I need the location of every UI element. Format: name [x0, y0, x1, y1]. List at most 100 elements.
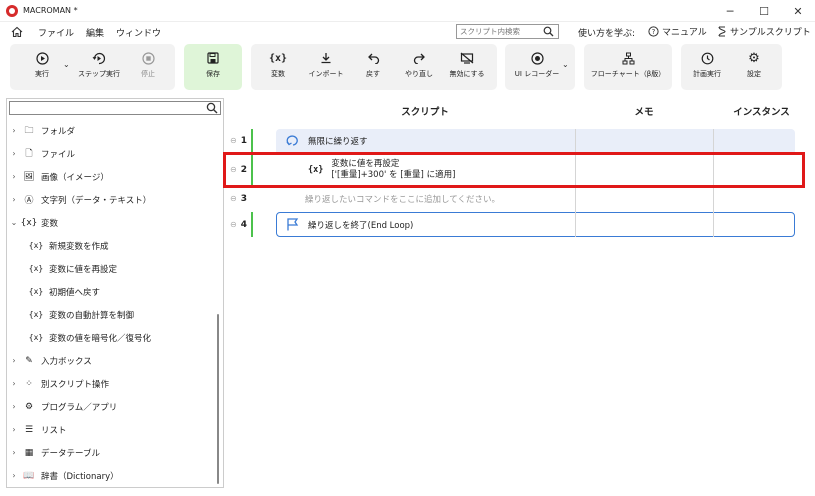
tree-item-label: プログラム／アプリ — [41, 402, 118, 413]
script-icon: ⁘ — [25, 378, 33, 389]
tree-item-child[interactable]: {x} 変数に値を再設定 — [7, 257, 215, 280]
tree-item-category[interactable]: › 📖 辞書（Dictionary） — [7, 464, 215, 487]
tree-item-category[interactable]: › ☰ リスト — [7, 418, 215, 441]
placeholder-cell[interactable]: 繰り返したいコマンドをここに追加してください。 — [305, 187, 500, 210]
save-button[interactable]: 保存 — [184, 42, 242, 88]
search-icon[interactable] — [206, 102, 218, 114]
row-marker-icon: ⊖ — [230, 220, 237, 229]
tree-item-label: 画像（イメージ） — [41, 172, 109, 183]
tree-item-label: ファイル — [41, 149, 76, 160]
run-dropdown-chevron-icon[interactable]: ⌄ — [63, 60, 70, 69]
tree-item-category[interactable]: › Ⓐ 文字列（データ・テキスト） — [7, 188, 215, 211]
variable-icon: {x} — [20, 217, 38, 228]
run-button[interactable]: 実行 — [22, 42, 62, 88]
ui-recorder-button[interactable]: UI レコーダー — [508, 42, 566, 88]
row-number: ⊖ 1 — [230, 135, 247, 146]
stop-label: 停止 — [141, 70, 155, 78]
tree-item-child[interactable]: {x} 変数の自動計算を制御 — [7, 303, 215, 326]
step-run-icon — [92, 51, 106, 65]
file-icon: 🗋 — [25, 148, 33, 159]
minimize-button[interactable]: ─ — [713, 0, 747, 22]
tree-item-category[interactable]: › 🗋 ファイル — [7, 142, 215, 165]
step-run-button[interactable]: ステップ実行 — [74, 42, 124, 88]
chevron-right-icon[interactable]: › — [9, 195, 19, 204]
tree-item-category[interactable]: › 🖼 画像（イメージ） — [7, 165, 215, 188]
tree-item-category[interactable]: › 🗀 フォルダ — [7, 119, 215, 142]
menu-window[interactable]: ウィンドウ — [116, 26, 161, 39]
step-run-label: ステップ実行 — [78, 70, 120, 78]
home-icon[interactable] — [10, 25, 24, 39]
script-column-header[interactable]: スクリプト — [275, 98, 575, 124]
window-title: MACROMAN * — [23, 6, 78, 15]
table-row[interactable]: ⊖ 4 繰り返しを終了(End Loop) — [225, 212, 810, 237]
sample-script-label: サンプルスクリプト — [730, 28, 811, 38]
menu-file[interactable]: ファイル — [38, 26, 74, 39]
import-button[interactable]: インポート — [303, 42, 349, 88]
variable-button[interactable]: {x} 変数 — [258, 42, 298, 88]
memo-column-header[interactable]: メモ — [575, 98, 713, 124]
row-marker-icon: ⊖ — [230, 136, 237, 145]
undo-button[interactable]: 戻す — [356, 42, 390, 88]
instance-column-header[interactable]: インスタンス — [713, 98, 810, 124]
ui-recorder-label: UI レコーダー — [514, 70, 560, 78]
stop-button[interactable]: 停止 — [130, 42, 166, 88]
settings-button[interactable]: ⚙ 設定 — [734, 42, 774, 88]
variable-icon: {x} — [268, 52, 288, 64]
command-cell[interactable]: 繰り返しを終了(End Loop) — [286, 212, 413, 237]
tree-item-label: 入力ボックス — [41, 356, 92, 367]
maximize-button[interactable]: ☐ — [747, 0, 781, 22]
chevron-right-icon[interactable]: › — [9, 425, 19, 434]
variable-icon: {x} — [28, 287, 44, 296]
manual-label: マニュアル — [662, 28, 707, 38]
tree-item-label: データテーブル — [41, 448, 100, 459]
schedule-button[interactable]: 計画実行 — [684, 42, 730, 88]
chevron-right-icon[interactable]: › — [9, 149, 19, 158]
redo-label: やり直し — [405, 70, 433, 78]
disable-button[interactable]: 無効にする — [446, 42, 488, 88]
chevron-right-icon[interactable]: › — [9, 379, 19, 388]
command-search-input[interactable] — [9, 101, 221, 115]
tree-item-label: 新規変数を作成 — [49, 241, 109, 252]
tree-item-child[interactable]: {x} 変数の値を暗号化／復号化 — [7, 326, 215, 349]
chevron-down-icon[interactable]: ⌄ — [9, 218, 19, 227]
close-button[interactable]: ✕ — [781, 0, 815, 22]
manual-link[interactable]: ? マニュアル — [648, 25, 707, 38]
input-box-icon: ✎ — [25, 355, 33, 366]
chevron-right-icon[interactable]: › — [9, 172, 19, 181]
flowchart-button[interactable]: フローチャート（β版） — [584, 42, 672, 88]
redo-button[interactable]: やり直し — [398, 42, 440, 88]
script-search-box[interactable] — [456, 24, 559, 39]
table-row[interactable]: ⊖ 1 無限に繰り返す — [225, 129, 810, 152]
chevron-right-icon[interactable]: › — [9, 402, 19, 411]
command-text: 繰り返しを終了(End Loop) — [308, 220, 414, 231]
tree-item-category[interactable]: › ✎ 入力ボックス — [7, 349, 215, 372]
variable-icon: {x} — [28, 264, 44, 273]
table-row[interactable]: ⊖ 3 繰り返したいコマンドをここに追加してください。 — [225, 187, 810, 210]
tree-item-category[interactable]: › ▦ データテーブル — [7, 441, 215, 464]
search-icon[interactable] — [543, 26, 554, 37]
menu-edit[interactable]: 編集 — [86, 26, 104, 39]
tree-item-child[interactable]: {x} 初期値へ戻す — [7, 280, 215, 303]
sample-script-link[interactable]: サンプルスクリプト — [717, 25, 811, 38]
tree-item-child[interactable]: {x} 新規変数を作成 — [7, 234, 215, 257]
flowchart-label: フローチャート（β版） — [590, 70, 666, 78]
chevron-right-icon[interactable]: › — [9, 126, 19, 135]
row-number: ⊖ 3 — [230, 193, 247, 204]
tree-item-label: 変数の値を暗号化／復号化 — [49, 333, 152, 344]
save-label: 保存 — [206, 70, 220, 78]
import-label: インポート — [308, 70, 344, 78]
chevron-right-icon[interactable]: › — [9, 356, 19, 365]
command-cell[interactable]: 無限に繰り返す — [285, 129, 368, 152]
command-tree: › 🗀 フォルダ › 🗋 ファイル › 🖼 画像（イメージ） › Ⓐ 文字列（データ・テキスト） ⌄ {x… — [7, 119, 215, 487]
gear-icon: ⚙ — [748, 50, 760, 66]
list-icon: ☰ — [24, 424, 34, 435]
scrollbar-thumb[interactable] — [217, 314, 219, 484]
recorder-dropdown-chevron-icon[interactable]: ⌄ — [562, 60, 569, 69]
tree-item-category[interactable]: ⌄ {x} 変数 — [7, 211, 215, 234]
chevron-right-icon[interactable]: › — [9, 471, 19, 480]
tree-item-category[interactable]: › ⁘ 別スクリプト操作 — [7, 372, 215, 395]
tree-item-category[interactable]: › ⚙ プログラム／アプリ — [7, 395, 215, 418]
chevron-right-icon[interactable]: › — [9, 448, 19, 457]
script-search-input[interactable] — [460, 27, 540, 36]
tree-scrollbar[interactable] — [215, 119, 221, 485]
